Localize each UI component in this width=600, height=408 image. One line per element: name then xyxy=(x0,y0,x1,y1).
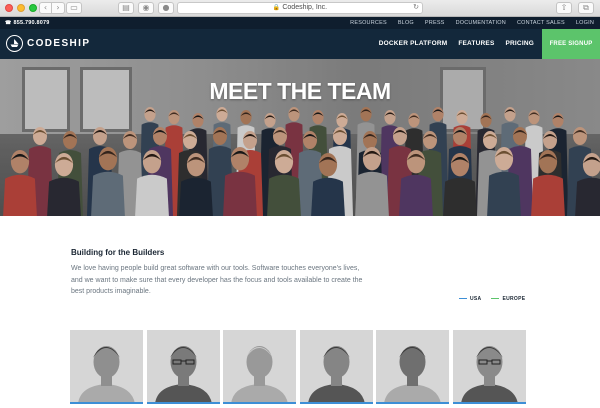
browser-toolbar: ‹ › ▭ ▤ ◉ ● 🔒 Codeship, Inc. ↻ ⇧ ⧉ xyxy=(0,0,600,17)
util-link-contact-sales[interactable]: CONTACT SALES xyxy=(517,20,565,26)
maximize-window-button[interactable] xyxy=(29,4,37,12)
forward-button[interactable]: › xyxy=(52,2,65,14)
hero-banner: MEET THE TEAM xyxy=(0,59,600,216)
legend-label: EUROPE xyxy=(502,296,526,302)
nav-link-pricing[interactable]: PRICING xyxy=(506,40,535,47)
address-bar[interactable]: 🔒 Codeship, Inc. ↻ xyxy=(177,2,423,14)
team-member-photo[interactable] xyxy=(223,330,296,404)
nav-link-features[interactable]: FEATURES xyxy=(458,40,494,47)
history-buttons: ‹ › xyxy=(39,2,65,14)
tabs-overview-icon[interactable]: ⧉ xyxy=(578,2,594,14)
codeship-logo[interactable]: CODESHIP xyxy=(6,35,90,52)
sidebar-toggle-button[interactable]: ▭ xyxy=(66,2,82,14)
team-member-photo[interactable] xyxy=(299,330,373,404)
legend-swatch xyxy=(459,297,467,300)
team-member-photo[interactable] xyxy=(376,330,449,404)
team-member-photo[interactable] xyxy=(146,330,220,404)
legend-label: USA xyxy=(470,296,482,302)
phone-icon: ☎ xyxy=(5,20,12,26)
minimize-window-button[interactable] xyxy=(17,4,25,12)
lock-icon: 🔒 xyxy=(272,5,281,11)
section-heading: Building for the Builders xyxy=(71,248,165,257)
phone-number-text: 855.790.8079 xyxy=(13,20,50,26)
extension-buttons: ▤ ◉ ● xyxy=(118,2,174,14)
ship-wheel-icon xyxy=(6,35,23,52)
logo-text: CODESHIP xyxy=(27,38,91,49)
util-link-resources[interactable]: RESOURCES xyxy=(350,20,387,26)
util-link-press[interactable]: PRESS xyxy=(425,20,445,26)
phone-number[interactable]: ☎ 855.790.8079 xyxy=(5,20,49,26)
team-member-photo[interactable] xyxy=(452,330,526,404)
legend-europe[interactable]: EUROPE xyxy=(491,296,525,302)
back-button[interactable]: ‹ xyxy=(39,2,52,14)
section-description: We love having people build great softwa… xyxy=(71,265,363,296)
util-link-login[interactable]: LOGIN xyxy=(576,20,594,26)
close-window-button[interactable] xyxy=(5,4,13,12)
window-controls xyxy=(5,4,37,12)
utility-bar: ☎ 855.790.8079 RESOURCES BLOG PRESS DOCUM… xyxy=(0,17,600,29)
portrait xyxy=(452,330,526,404)
pocket-icon[interactable]: ◉ xyxy=(138,2,154,14)
team-grid xyxy=(70,330,526,404)
nav-link-docker-platform[interactable]: DOCKER PLATFORM xyxy=(379,40,448,47)
main-navigation: CODESHIP DOCKER PLATFORM FEATURES PRICIN… xyxy=(0,29,600,60)
team-member-photo[interactable] xyxy=(70,330,143,404)
utility-links: RESOURCES BLOG PRESS DOCUMENTATION CONTA… xyxy=(350,20,594,26)
legend-usa[interactable]: USA xyxy=(459,296,481,302)
util-link-documentation[interactable]: DOCUMENTATION xyxy=(456,20,506,26)
share-icon[interactable]: ⇧ xyxy=(556,2,572,14)
reader-icon[interactable]: ▤ xyxy=(118,2,134,14)
legend-swatch xyxy=(491,297,500,300)
portrait xyxy=(376,330,449,404)
portrait xyxy=(146,330,220,404)
team-section: Building for the Builders We love having… xyxy=(0,216,600,408)
extension-icon[interactable]: ● xyxy=(158,2,174,14)
util-link-blog[interactable]: BLOG xyxy=(398,20,414,26)
free-signup-button[interactable]: FREE SIGNUP xyxy=(542,29,600,60)
primary-links: DOCKER PLATFORM FEATURES PRICING xyxy=(379,40,534,47)
reload-icon[interactable]: ↻ xyxy=(413,3,419,13)
portrait xyxy=(223,330,296,404)
page-title: MEET THE TEAM xyxy=(209,78,391,104)
address-text: Codeship, Inc. xyxy=(282,4,328,11)
location-legend: USA EUROPE xyxy=(459,296,525,302)
window-actions: ⇧ ⧉ xyxy=(556,2,594,14)
portrait xyxy=(70,330,143,404)
portrait xyxy=(299,330,373,404)
